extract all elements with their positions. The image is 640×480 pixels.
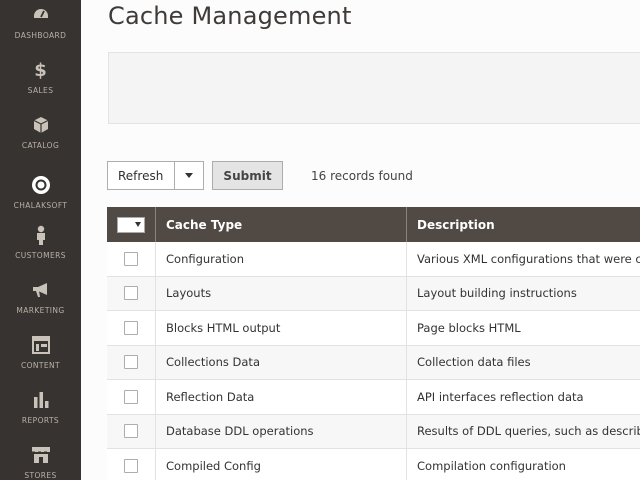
submit-button[interactable]: Submit: [212, 161, 283, 190]
mass-action-value: Refresh: [118, 169, 164, 183]
chevron-down-icon: [135, 222, 141, 227]
chevron-down-icon: [185, 173, 193, 178]
table-row[interactable]: Layouts Layout building instructions: [107, 276, 640, 311]
mass-select-dropdown[interactable]: [117, 216, 145, 233]
header-mass-select-cell: [107, 207, 156, 242]
dashboard-icon: [29, 3, 53, 27]
nav-label: CATALOG: [21, 141, 60, 150]
grid-body: Configuration Various XML configurations…: [107, 242, 640, 480]
row-checkbox[interactable]: [124, 251, 138, 266]
nav-label: SALES: [27, 86, 54, 95]
mass-select-checkbox[interactable]: [118, 217, 130, 232]
table-row[interactable]: Blocks HTML output Page blocks HTML: [107, 311, 640, 346]
cache-type-cell: Blocks HTML output: [156, 311, 407, 345]
cache-type-cell: Compiled Config: [156, 449, 407, 480]
nav-label: REPORTS: [21, 416, 60, 425]
cache-type-cell: Layouts: [156, 276, 407, 310]
nav-label: CONTENT: [20, 361, 61, 370]
cache-type-cell: Database DDL operations: [156, 414, 407, 448]
nav-label: STORES: [24, 471, 57, 480]
nav-stores[interactable]: STORES: [0, 425, 81, 480]
nav-label: CUSTOMERS: [15, 251, 66, 260]
row-checkbox[interactable]: [124, 286, 138, 301]
nav-reports[interactable]: REPORTS: [0, 370, 81, 425]
description-cell: Page blocks HTML: [417, 320, 521, 335]
nav-customers[interactable]: CUSTOMERS: [0, 205, 81, 260]
messages-panel: [108, 52, 640, 124]
bar-chart-icon: [29, 388, 53, 412]
table-row[interactable]: Configuration Various XML configurations…: [107, 242, 640, 277]
description-cell: Layout building instructions: [417, 286, 577, 301]
megaphone-icon: [29, 278, 53, 302]
nav-sales[interactable]: $ SALES: [0, 40, 81, 96]
row-checkbox[interactable]: [124, 389, 138, 404]
nav-chalaksoft[interactable]: CHALAKSOFT: [0, 155, 81, 210]
description-cell: Various XML configurations that were col…: [417, 251, 640, 266]
table-row[interactable]: Collections Data Collection data files: [107, 345, 640, 380]
dollar-icon: $: [34, 59, 47, 81]
description-cell: Collection data files: [417, 355, 531, 370]
mass-action-dropdown-toggle[interactable]: [174, 162, 203, 189]
row-checkbox[interactable]: [124, 320, 138, 335]
column-header-cache-type[interactable]: Cache Type: [156, 207, 407, 242]
row-checkbox[interactable]: [124, 424, 138, 439]
description-cell: Compilation configuration: [417, 458, 566, 473]
nav-dashboard[interactable]: DASHBOARD: [0, 0, 81, 40]
storefront-icon: [29, 443, 53, 467]
description-cell: Results of DDL queries, such as describi…: [417, 424, 640, 439]
main-content: Cache Management Refresh Submit 16 recor…: [81, 0, 640, 480]
nav-marketing[interactable]: MARKETING: [0, 260, 81, 315]
grid-header: Cache Type Description: [107, 207, 640, 242]
table-row[interactable]: Reflection Data API interfaces reflectio…: [107, 380, 640, 415]
nav-content[interactable]: CONTENT: [0, 315, 81, 370]
table-row[interactable]: Database DDL operations Results of DDL q…: [107, 414, 640, 449]
mass-action-select[interactable]: Refresh: [107, 161, 204, 190]
page-title: Cache Management: [108, 2, 352, 30]
person-icon: [29, 223, 53, 247]
table-row[interactable]: Compiled Config Compilation configuratio…: [107, 449, 640, 480]
admin-sidebar: DASHBOARD $ SALES CATALOG CHALAKSOFT CUS…: [0, 0, 81, 480]
column-header-description[interactable]: Description: [407, 207, 640, 242]
cache-type-cell: Collections Data: [156, 345, 407, 379]
layout-icon: [29, 333, 53, 357]
nav-label: DASHBOARD: [14, 31, 67, 40]
cache-type-cell: Reflection Data: [156, 380, 407, 414]
cache-type-cell: Configuration: [156, 242, 407, 276]
description-cell: API interfaces reflection data: [417, 389, 584, 404]
nav-label: MARKETING: [16, 306, 65, 315]
cache-grid: Cache Type Description Configuration Var…: [107, 207, 640, 480]
nav-catalog[interactable]: CATALOG: [0, 95, 81, 150]
box-icon: [29, 113, 53, 137]
row-checkbox[interactable]: [124, 458, 138, 473]
records-count: 16 records found: [311, 169, 413, 183]
ring-icon: [29, 173, 53, 197]
row-checkbox[interactable]: [124, 355, 138, 370]
